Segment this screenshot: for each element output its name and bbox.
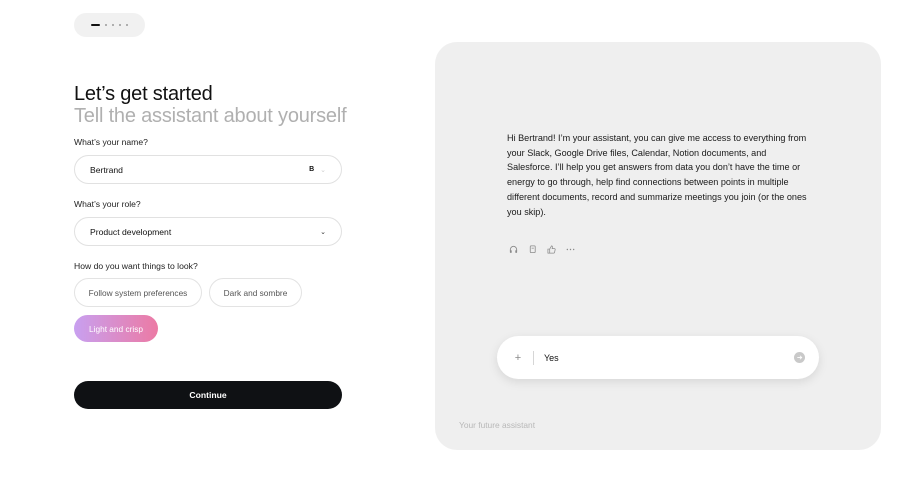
step-progress	[74, 13, 145, 37]
plus-icon[interactable]: +	[513, 352, 523, 364]
name-label: What’s your name?	[74, 137, 148, 147]
progress-step-active	[91, 24, 100, 26]
copy-icon[interactable]	[528, 245, 537, 254]
title-line-2: Tell the assistant about yourself	[74, 105, 347, 127]
progress-step	[126, 24, 128, 26]
divider	[533, 350, 534, 365]
option-dark-sombre[interactable]: Dark and sombre	[209, 278, 302, 307]
role-label: What’s your role?	[74, 199, 141, 209]
avatar-initial: B	[309, 166, 315, 173]
name-field[interactable]: Bertrand B ⌄	[74, 155, 342, 184]
option-follow-system[interactable]: Follow system preferences	[74, 278, 202, 307]
role-value: Product development	[90, 226, 172, 237]
send-icon[interactable]	[794, 352, 805, 363]
name-value: Bertrand	[90, 164, 123, 175]
more-icon[interactable]	[566, 245, 575, 254]
panel-caption: Your future assistant	[459, 420, 536, 430]
chat-input-bar[interactable]: + Yes	[497, 336, 819, 379]
chat-input-text[interactable]: Yes	[544, 353, 794, 363]
option-light-crisp[interactable]: Light and crisp	[74, 315, 158, 342]
assistant-message: Hi Bertrand! I’m your assistant, you can…	[507, 133, 807, 217]
progress-step	[119, 24, 121, 26]
message-actions	[509, 245, 575, 254]
role-select[interactable]: Product development ⌄	[74, 217, 342, 246]
appearance-label: How do you want things to look?	[74, 261, 198, 271]
page-title: Let’s get started Tell the assistant abo…	[74, 83, 347, 127]
continue-button[interactable]: Continue	[74, 381, 342, 409]
progress-step	[112, 24, 114, 26]
chevron-down-icon: ⌄	[320, 228, 326, 236]
chevron-down-icon: ⌄	[320, 166, 326, 174]
assistant-preview-panel: Hi Bertrand! I’m your assistant, you can…	[435, 42, 881, 450]
thumbs-up-icon[interactable]	[547, 245, 556, 254]
progress-step	[105, 24, 107, 26]
title-line-1: Let’s get started	[74, 83, 213, 105]
headphones-icon[interactable]	[509, 245, 518, 254]
